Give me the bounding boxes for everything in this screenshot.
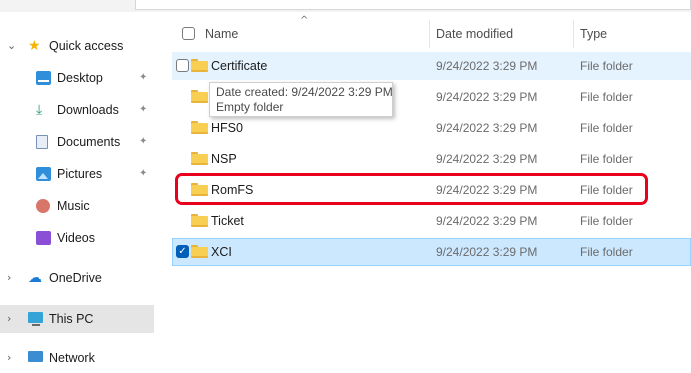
file-name: Certificate bbox=[211, 59, 268, 73]
select-all-checkbox[interactable] bbox=[182, 27, 195, 40]
file-date: 9/24/2022 3:29 PM bbox=[436, 90, 538, 104]
sort-up-icon[interactable]: ^ bbox=[300, 15, 308, 26]
file-name: Ticket bbox=[211, 214, 244, 228]
file-type: File folder bbox=[580, 90, 633, 104]
folder-icon bbox=[191, 245, 208, 258]
column-header: ^ Name Date modified Type bbox=[170, 15, 691, 48]
chevron-right-icon[interactable]: › bbox=[7, 351, 19, 365]
file-type: File folder bbox=[580, 245, 633, 259]
file-row[interactable]: ✓ XCI 9/24/2022 3:29 PM File folder bbox=[172, 238, 691, 266]
pin-icon: ✦ bbox=[139, 168, 148, 179]
nav-documents[interactable]: Documents ✦ bbox=[0, 128, 154, 156]
column-divider[interactable] bbox=[573, 20, 574, 48]
chevron-right-icon[interactable]: › bbox=[7, 312, 19, 326]
nav-quick-access[interactable]: ⌄ ★ Quick access bbox=[0, 32, 154, 60]
file-name: HFS0 bbox=[211, 121, 243, 135]
file-type: File folder bbox=[580, 121, 633, 135]
nav-desktop[interactable]: Desktop ✦ bbox=[0, 64, 154, 92]
pin-icon: ✦ bbox=[139, 136, 148, 147]
chevron-down-icon[interactable]: ⌄ bbox=[7, 39, 19, 53]
network-icon bbox=[28, 351, 43, 362]
chevron-right-icon[interactable]: › bbox=[7, 271, 19, 285]
file-type: File folder bbox=[580, 59, 633, 73]
nav-downloads[interactable]: ⤓ Downloads ✦ bbox=[0, 96, 154, 124]
navigation-pane: ⌄ ★ Quick access Desktop ✦ ⤓ Downloads ✦… bbox=[0, 12, 160, 373]
file-date: 9/24/2022 3:29 PM bbox=[436, 214, 538, 228]
file-row[interactable]: Certificate 9/24/2022 3:29 PM File folde… bbox=[172, 52, 691, 80]
nav-this-pc[interactable]: › This PC bbox=[0, 305, 154, 333]
pin-icon: ✦ bbox=[139, 72, 148, 83]
file-type: File folder bbox=[580, 214, 633, 228]
documents-icon bbox=[36, 135, 48, 149]
row-checkbox[interactable] bbox=[176, 59, 189, 72]
file-type: File folder bbox=[580, 152, 633, 166]
file-row[interactable]: NSP 9/24/2022 3:29 PM File folder bbox=[172, 145, 691, 173]
nav-videos[interactable]: Videos bbox=[0, 224, 154, 252]
music-icon bbox=[36, 199, 50, 213]
folder-icon bbox=[191, 214, 208, 227]
address-bar-edge bbox=[135, 0, 691, 10]
file-name: XCI bbox=[211, 245, 232, 259]
file-date: 9/24/2022 3:29 PM bbox=[436, 245, 538, 259]
nav-label: OneDrive bbox=[49, 271, 102, 285]
nav-label: Music bbox=[57, 199, 90, 213]
nav-music[interactable]: Music bbox=[0, 192, 154, 220]
pin-icon: ✦ bbox=[139, 104, 148, 115]
column-divider[interactable] bbox=[429, 20, 430, 48]
this-pc-icon bbox=[28, 312, 43, 326]
nav-label: Pictures bbox=[57, 167, 103, 181]
nav-label: Network bbox=[49, 351, 95, 365]
pictures-icon bbox=[36, 167, 51, 181]
folder-icon bbox=[191, 152, 208, 165]
file-name: NSP bbox=[211, 152, 237, 166]
tooltip-folder-status: Empty folder bbox=[216, 100, 284, 114]
nav-label: Desktop bbox=[57, 71, 103, 85]
row-checkbox[interactable]: ✓ bbox=[176, 245, 189, 258]
highlight-box bbox=[175, 173, 648, 205]
column-type[interactable]: Type bbox=[580, 27, 607, 41]
nav-label: Quick access bbox=[49, 39, 124, 53]
folder-icon bbox=[191, 59, 208, 72]
nav-network[interactable]: › Network bbox=[0, 344, 154, 372]
top-strip bbox=[0, 0, 691, 12]
nav-label: Downloads bbox=[57, 103, 119, 117]
download-icon: ⤓ bbox=[36, 102, 43, 118]
column-date-modified[interactable]: Date modified bbox=[436, 27, 513, 41]
nav-label: Videos bbox=[57, 231, 95, 245]
file-row[interactable]: HFS0 9/24/2022 3:29 PM File folder bbox=[172, 114, 691, 142]
folder-icon bbox=[191, 90, 208, 103]
file-date: 9/24/2022 3:29 PM bbox=[436, 121, 538, 135]
tooltip-date-created: Date created: 9/24/2022 3:29 PM bbox=[216, 85, 393, 99]
folder-icon bbox=[191, 121, 208, 134]
nav-onedrive[interactable]: › ☁ OneDrive bbox=[0, 264, 154, 292]
desktop-icon bbox=[36, 71, 51, 85]
nav-pictures[interactable]: Pictures ✦ bbox=[0, 160, 154, 188]
file-row[interactable]: Ticket 9/24/2022 3:29 PM File folder bbox=[172, 207, 691, 235]
column-name[interactable]: Name bbox=[205, 27, 238, 41]
file-date: 9/24/2022 3:29 PM bbox=[436, 59, 538, 73]
star-icon: ★ bbox=[28, 38, 41, 54]
videos-icon bbox=[36, 231, 51, 245]
nav-label: Documents bbox=[57, 135, 121, 149]
onedrive-icon: ☁ bbox=[28, 270, 42, 286]
file-date: 9/24/2022 3:29 PM bbox=[436, 152, 538, 166]
tooltip: Date created: 9/24/2022 3:29 PM Empty fo… bbox=[209, 82, 393, 117]
nav-label: This PC bbox=[49, 312, 94, 326]
